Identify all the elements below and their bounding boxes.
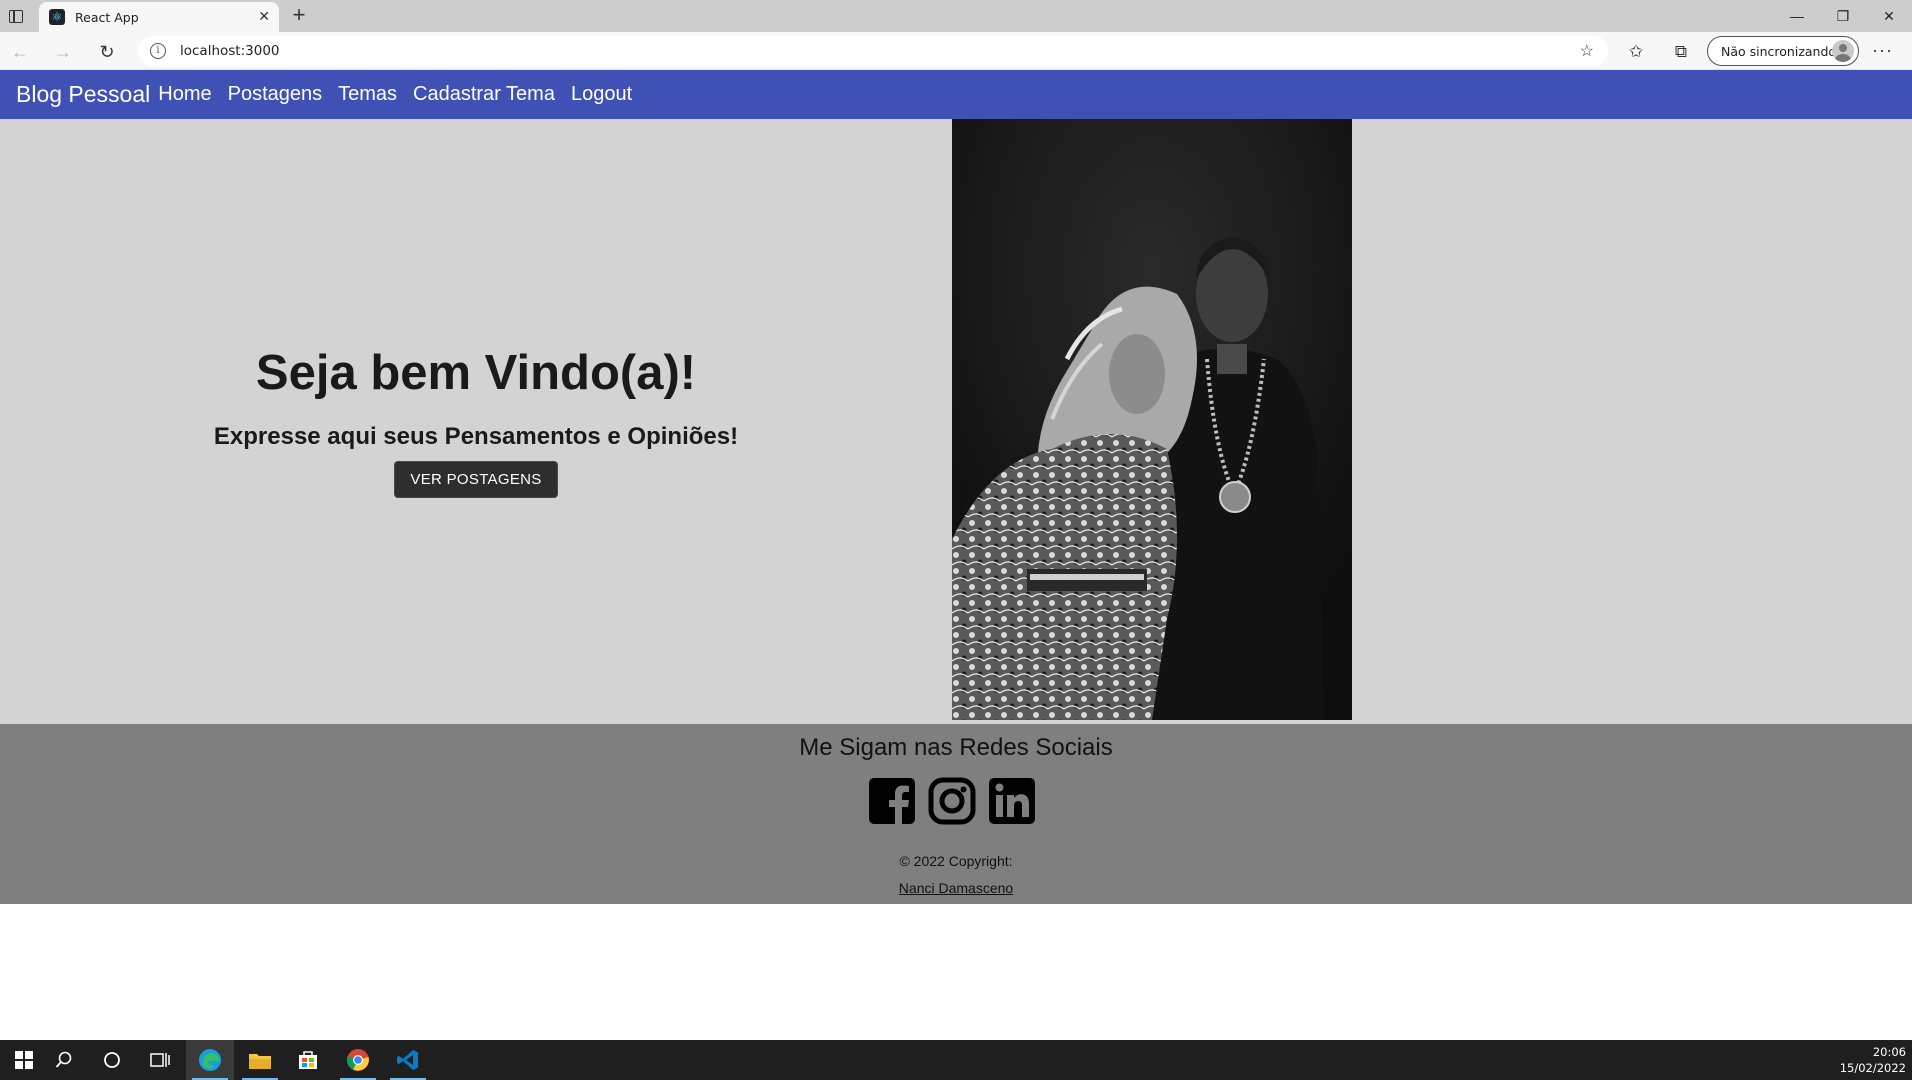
windows-taskbar: 20:06 15/02/2022: [0, 1040, 1912, 1080]
browser-tab-strip: ⚛ React App ✕ + — ❐ ✕: [0, 0, 1912, 32]
address-bar[interactable]: i localhost:3000 ☆: [138, 36, 1608, 66]
edge-taskbar-icon[interactable]: [186, 1040, 234, 1080]
hero-photo: [952, 119, 1352, 720]
author-link[interactable]: Nanci Damasceno: [0, 880, 1912, 896]
restore-window-icon[interactable]: ❐: [1820, 0, 1866, 32]
brand-title: Blog Pessoal: [16, 81, 151, 107]
footer-title: Me Sigam nas Redes Sociais: [799, 734, 1113, 761]
site-info-icon[interactable]: i: [150, 43, 166, 59]
back-icon[interactable]: ←: [8, 40, 32, 64]
copyright-text: © 2022 Copyright:: [899, 853, 1013, 869]
more-options-icon[interactable]: ···: [1872, 40, 1893, 61]
profile-label: Não sincronizando: [1721, 43, 1837, 59]
add-favorite-icon[interactable]: ☆: [1580, 41, 1594, 61]
nav-link-home[interactable]: Home: [158, 83, 211, 106]
search-icon[interactable]: [40, 1040, 88, 1080]
clock-date: 15/02/2022: [1839, 1061, 1906, 1075]
clock-time: 20:06: [1872, 1045, 1906, 1059]
forward-icon[interactable]: →: [51, 40, 75, 64]
nav-link-temas[interactable]: Temas: [338, 83, 397, 106]
system-clock[interactable]: 20:06 15/02/2022: [1840, 1044, 1906, 1076]
instagram-icon[interactable]: [928, 776, 976, 826]
hero-section: Seja bem Vindo(a)! Expresse aqui seus Pe…: [0, 119, 1912, 724]
welcome-heading: Seja bem Vindo(a)!: [255, 346, 697, 400]
linkedin-icon[interactable]: [988, 776, 1036, 826]
reload-icon[interactable]: ↻: [95, 40, 119, 64]
store-icon[interactable]: [284, 1040, 332, 1080]
nav-link-cadastrar-tema[interactable]: Cadastrar Tema: [413, 83, 555, 106]
browser-toolbar: ← → ↻ i localhost:3000 ☆ ✩ ⧉ Não sincron…: [0, 32, 1912, 70]
avatar-icon: [1832, 40, 1854, 62]
tab-title: React App: [75, 9, 139, 25]
couple-photo-illustration: [952, 119, 1352, 720]
nav-link-postagens[interactable]: Postagens: [228, 83, 323, 106]
url-text[interactable]: localhost:3000: [180, 43, 280, 59]
close-tab-icon[interactable]: ✕: [258, 8, 270, 25]
hero-text-block: Seja bem Vindo(a)! Expresse aqui seus Pe…: [0, 119, 952, 724]
new-tab-icon[interactable]: +: [287, 4, 311, 28]
social-links: [868, 776, 1036, 826]
task-view-icon[interactable]: [136, 1040, 184, 1080]
vscode-icon[interactable]: [384, 1040, 432, 1080]
footer: Me Sigam nas Redes Sociais © 2022 Copyri…: [0, 724, 1912, 904]
collections-icon[interactable]: ⧉: [1669, 40, 1693, 64]
cortana-icon[interactable]: [88, 1040, 136, 1080]
browser-tab[interactable]: ⚛ React App ✕: [39, 2, 279, 32]
react-favicon-icon: ⚛: [49, 9, 65, 25]
close-window-icon[interactable]: ✕: [1866, 0, 1912, 32]
file-explorer-icon[interactable]: [236, 1040, 284, 1080]
profile-button[interactable]: Não sincronizando: [1707, 36, 1859, 66]
tab-actions-icon[interactable]: [6, 6, 26, 26]
app-navbar: Blog Pessoal Home Postagens Temas Cadast…: [0, 70, 1912, 119]
facebook-icon[interactable]: [868, 776, 916, 826]
welcome-subheading: Expresse aqui seus Pensamentos e Opiniõe…: [213, 423, 739, 450]
nav-link-logout[interactable]: Logout: [571, 83, 632, 106]
minimize-window-icon[interactable]: —: [1774, 0, 1820, 32]
ver-postagens-button[interactable]: VER POSTAGENS: [394, 461, 558, 498]
chrome-icon[interactable]: [334, 1040, 382, 1080]
favorites-icon[interactable]: ✩: [1624, 40, 1648, 64]
